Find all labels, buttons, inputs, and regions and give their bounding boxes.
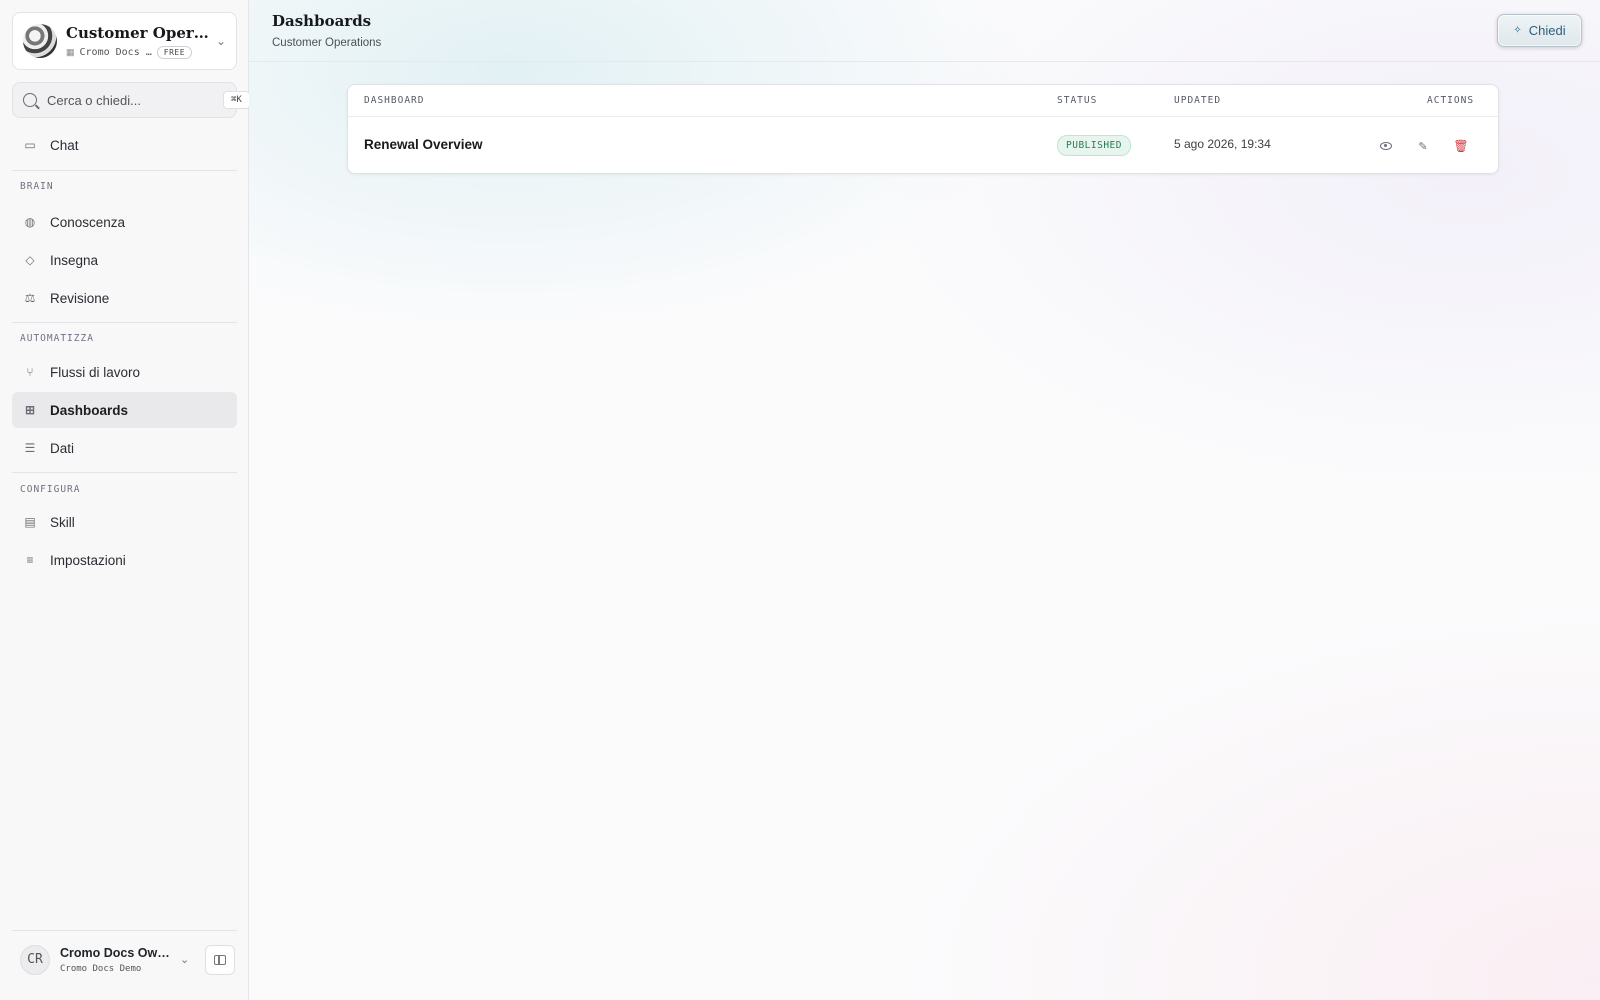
database-icon: ☰ <box>24 441 36 455</box>
ask-button-label: Chiedi <box>1528 23 1566 38</box>
edit-button[interactable]: ✎ <box>1413 136 1433 156</box>
search-icon <box>23 93 37 107</box>
page-header: Dashboards Customer Operations ✧ Chiedi <box>249 0 1600 62</box>
sidebar-item-data[interactable]: ☰ Dati <box>12 430 237 466</box>
updated-timestamp: 5 ago 2026, 19:34 <box>1174 137 1271 151</box>
table-row[interactable]: Renewal Overview PUBLISHED 5 ago 2026, 1… <box>348 117 1498 174</box>
plan-badge: FREE <box>156 45 193 59</box>
search-box[interactable]: ⌘K <box>12 82 250 118</box>
chevron-down-icon: ⌄ <box>180 954 190 966</box>
workflow-icon: ⑂ <box>26 365 34 379</box>
workspace-avatar <box>23 24 57 58</box>
status-badge: PUBLISHED <box>1057 135 1131 156</box>
workspace-org: ▦ Cromo Docs … FREE <box>66 45 210 59</box>
brain-icon: ◍ <box>24 215 36 229</box>
sidebar-item-label: Flussi di lavoro <box>50 364 141 380</box>
view-button[interactable] <box>1376 136 1396 156</box>
sidebar-divider <box>12 322 237 323</box>
section-label-automate: AUTOMATIZZA <box>20 333 94 344</box>
sidebar-item-workflows[interactable]: ⑂ Flussi di lavoro <box>12 354 237 390</box>
grid-icon: ▦ <box>66 46 75 57</box>
chevron-down-icon: ⌄ <box>215 34 226 48</box>
workspace-info: Customer Operati… ▦ Cromo Docs … FREE <box>66 24 210 59</box>
dashboard-name[interactable]: Renewal Overview <box>364 137 483 152</box>
sidebar-divider <box>12 472 237 473</box>
column-header-status: STATUS <box>1057 95 1098 106</box>
sidebar-item-label: Dashboards <box>50 402 129 418</box>
sidebar-item-knowledge[interactable]: ◍ Conoscenza <box>12 204 237 240</box>
page-title: Dashboards <box>272 12 372 30</box>
sidebar-item-label: Revisione <box>50 290 110 306</box>
section-label-configure: CONFIGURA <box>20 484 81 495</box>
book-icon: ▤ <box>24 515 36 529</box>
sidebar-item-label: Conoscenza <box>50 214 126 230</box>
sidebar-item-label: Insegna <box>50 252 99 268</box>
sidebar-item-label: Skill <box>50 514 75 530</box>
sidebar: Customer Operati… ▦ Cromo Docs … FREE ⌄ … <box>0 0 250 1000</box>
graduation-cap-icon: ◇ <box>25 253 35 267</box>
column-header-dashboard: DASHBOARD <box>364 95 425 106</box>
sidebar-item-label: Chat <box>50 137 79 153</box>
search-input[interactable] <box>47 92 223 108</box>
sidebar-item-dashboards[interactable]: ⊞ Dashboards <box>12 392 237 428</box>
sidebar-item-label: Dati <box>50 440 75 456</box>
sliders-icon: ≡ <box>26 553 34 567</box>
workspace-title: Customer Operati… <box>66 23 210 42</box>
user-menu[interactable]: CR Cromo Docs Own… Cromo Docs Demo ⌄ <box>12 930 237 988</box>
dashboards-table: DASHBOARD STATUS UPDATED ACTIONS Renewal… <box>347 84 1499 174</box>
scale-icon: ⚖ <box>24 291 36 305</box>
dashboard-grid-icon: ⊞ <box>24 403 36 417</box>
pencil-icon: ✎ <box>1418 140 1428 153</box>
eye-icon <box>1380 142 1392 150</box>
delete-button[interactable]: 🗑 <box>1451 136 1471 156</box>
section-label-brain: BRAIN <box>20 181 54 192</box>
sidebar-item-label: Impostazioni <box>50 552 126 568</box>
sidebar-item-review[interactable]: ⚖ Revisione <box>12 280 237 316</box>
main-content: Dashboards Customer Operations ✧ Chiedi … <box>249 0 1600 1000</box>
user-info: Cromo Docs Own… Cromo Docs Demo <box>60 946 170 974</box>
sidebar-item-teach[interactable]: ◇ Insegna <box>12 242 237 278</box>
sidebar-toggle-icon <box>214 954 227 965</box>
shortcut-hint: ⌘K <box>223 91 250 109</box>
page-subtitle: Customer Operations <box>272 37 382 49</box>
avatar: CR <box>20 944 50 975</box>
workspace-org-name: Cromo Docs … <box>79 46 152 58</box>
workspace-switcher[interactable]: Customer Operati… ▦ Cromo Docs … FREE ⌄ <box>12 12 237 70</box>
collapse-sidebar-button[interactable] <box>205 944 236 975</box>
sidebar-item-skill[interactable]: ▤ Skill <box>12 504 237 540</box>
user-org: Cromo Docs Demo <box>60 963 142 974</box>
sidebar-item-chat[interactable]: ▭ Chat <box>12 127 237 163</box>
sidebar-divider <box>12 170 237 171</box>
table-header: DASHBOARD STATUS UPDATED ACTIONS <box>348 85 1498 117</box>
column-header-updated: UPDATED <box>1174 95 1222 106</box>
trash-icon: 🗑 <box>1453 139 1469 153</box>
app-root: Customer Operati… ▦ Cromo Docs … FREE ⌄ … <box>0 0 1600 1000</box>
chat-icon: ▭ <box>24 138 36 152</box>
sidebar-item-settings[interactable]: ≡ Impostazioni <box>12 542 237 578</box>
user-name: Cromo Docs Own… <box>60 945 170 960</box>
sparkle-icon: ✧ <box>1513 25 1522 36</box>
ask-button[interactable]: ✧ Chiedi <box>1497 14 1582 47</box>
column-header-actions: ACTIONS <box>1427 95 1475 106</box>
